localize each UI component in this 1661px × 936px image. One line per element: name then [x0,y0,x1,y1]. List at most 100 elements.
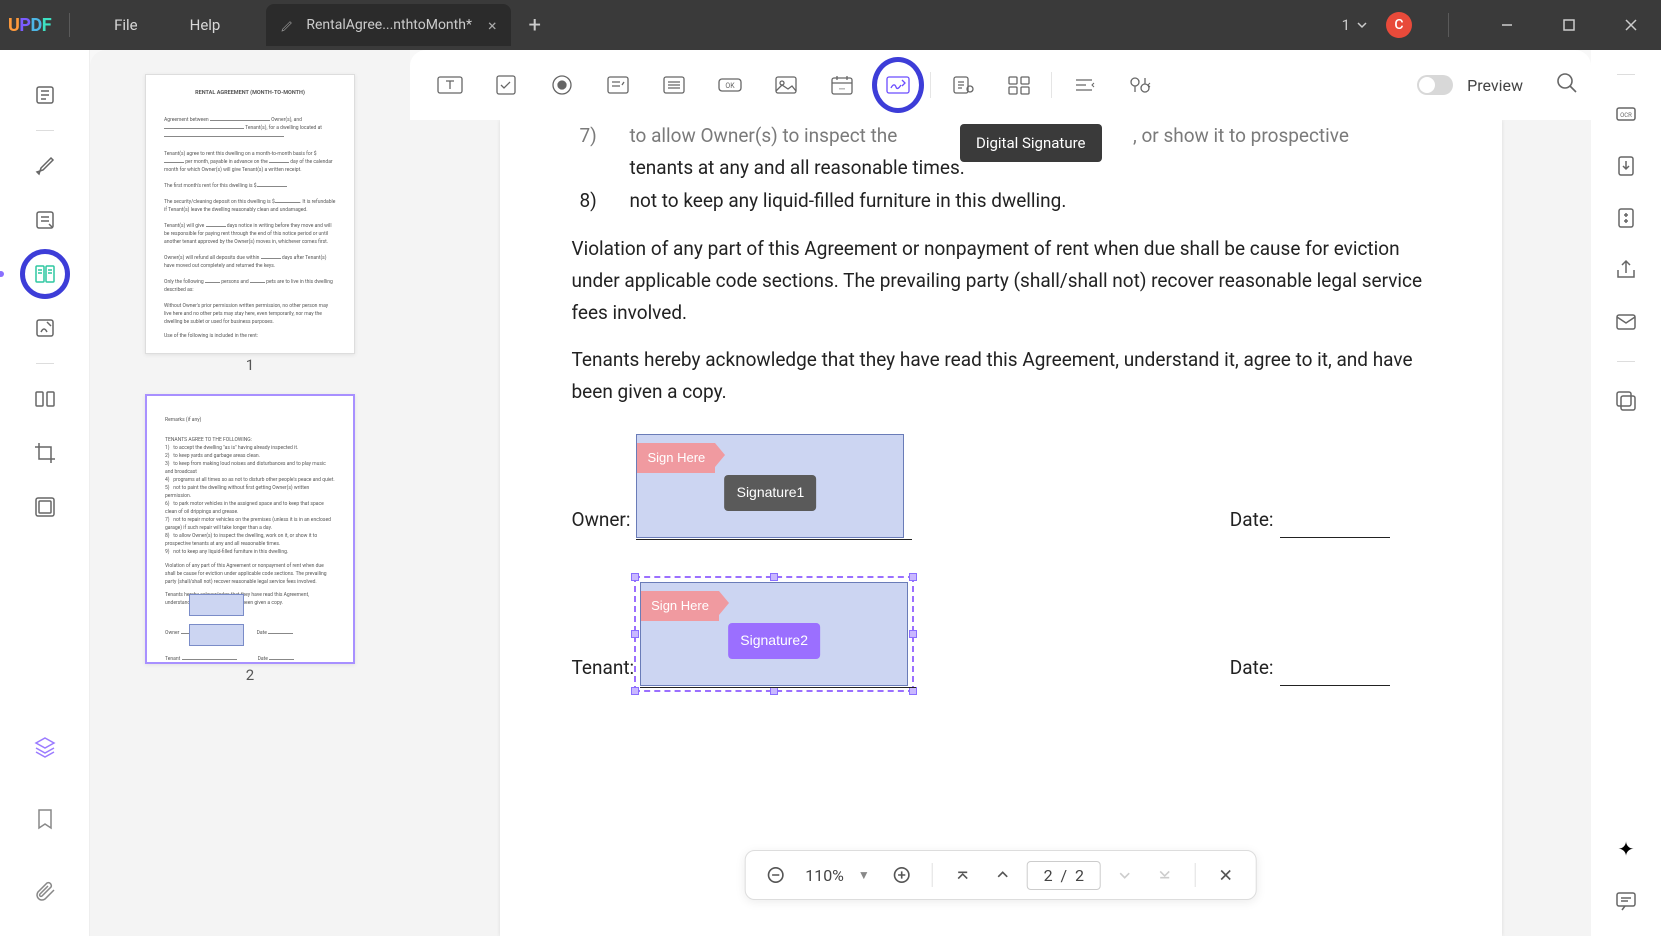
app-logo: UPDF [8,15,51,36]
form-tool-button[interactable] [26,255,64,293]
divider [1617,361,1635,362]
zoom-value: 110% [805,866,844,885]
convert-button[interactable] [1611,151,1641,181]
signature-field-tenant[interactable]: Sign Here Signature2 [640,582,908,686]
tab-title: RentalAgree...nthtoMonth* [306,17,472,33]
doc-text: tenants at any and all reasonable times. [630,156,965,179]
menu-help[interactable]: Help [190,16,221,34]
selection-handle[interactable] [770,573,778,581]
checkbox-tool[interactable] [478,65,534,105]
selection-handle[interactable] [909,630,917,638]
zoom-dropdown-caret[interactable]: ▼ [858,868,870,882]
document-tab[interactable]: RentalAgree...nthtoMonth* × [266,4,510,46]
sign-here-tag: Sign Here [641,591,719,621]
page-number-input[interactable] [1027,861,1101,890]
attachments-button[interactable] [26,872,64,910]
form-toolbar: OK ••• Preview [410,50,1591,120]
alignment-tool[interactable] [1056,65,1112,105]
right-rail: OCR ✦ [1591,50,1661,936]
email-button[interactable] [1611,307,1641,337]
selection-handle[interactable] [631,687,639,695]
prev-page-button[interactable] [987,859,1019,891]
button-tool[interactable]: OK [702,65,758,105]
redact-tool-button[interactable] [26,488,64,526]
thumbnail-page-number: 1 [145,356,355,374]
selection-handle[interactable] [770,687,778,695]
bookmarks-button[interactable] [26,800,64,838]
comment-tool-button[interactable] [26,147,64,185]
date-field-line [1280,667,1390,686]
search-button[interactable] [1555,71,1579,99]
selection-handle[interactable] [631,573,639,581]
document-canvas[interactable]: 7) to allow Owner(s) to inspect the , or… [410,120,1591,936]
tenant-label: Tenant: [572,652,635,686]
divider [36,363,54,364]
selection-handle[interactable] [631,630,639,638]
reader-mode-button[interactable] [26,76,64,114]
list-box-tool[interactable] [646,65,702,105]
divider [1051,72,1052,98]
digital-signature-tooltip: Digital Signature [960,124,1102,162]
next-page-button[interactable] [1109,859,1141,891]
tab-close-button[interactable]: × [488,16,497,35]
comments-panel-button[interactable] [1611,886,1641,916]
svg-text:•••: ••• [839,86,845,93]
dropdown-tool[interactable] [590,65,646,105]
left-rail [0,50,90,936]
pencil-icon [280,17,296,33]
crop-tool-button[interactable] [26,434,64,472]
first-page-button[interactable] [947,859,979,891]
preview-toggle[interactable] [1417,75,1453,95]
organize-pages-button[interactable] [26,380,64,418]
menu-file[interactable]: File [114,16,138,34]
share-button[interactable] [1611,255,1641,285]
svg-text:OCR: OCR [1620,112,1632,119]
active-indicator [0,271,4,277]
zoom-out-button[interactable] [759,859,791,891]
user-avatar[interactable]: C [1386,12,1412,38]
date-label: Date: [1230,652,1274,686]
window-close-button[interactable] [1609,10,1653,40]
svg-text:OK: OK [725,82,735,90]
page-thumbnail-1[interactable]: RENTAL AGREEMENT (MONTH-TO-MONTH) Agreem… [145,74,355,354]
divider [1617,74,1635,75]
window-maximize-button[interactable] [1547,10,1591,40]
image-field-tool[interactable] [758,65,814,105]
divider [1195,863,1196,887]
compress-button[interactable] [1611,203,1641,233]
radio-button-tool[interactable] [534,65,590,105]
document-page[interactable]: 7) to allow Owner(s) to inspect the , or… [500,120,1502,936]
new-tab-button[interactable]: + [529,13,541,38]
signature-field-name: Signature1 [725,475,817,511]
text-field-tool[interactable] [422,65,478,105]
owner-label: Owner: [572,504,631,538]
digital-signature-tool[interactable] [870,65,926,105]
preview-label: Preview [1467,76,1523,95]
show-fields-tool[interactable] [991,65,1047,105]
doc-paragraph: Tenants hereby acknowledge that they hav… [572,344,1430,409]
window-minimize-button[interactable] [1485,10,1529,40]
divider [36,130,54,131]
list-number: 8) [580,185,600,217]
zoom-in-button[interactable] [886,859,918,891]
divider [930,72,931,98]
fill-sign-button[interactable] [26,309,64,347]
date-field-tool[interactable]: ••• [814,65,870,105]
edit-tool-button[interactable] [26,201,64,239]
sign-here-tag: Sign Here [637,443,715,473]
last-page-button[interactable] [1149,859,1181,891]
divider [932,863,933,887]
thumbnails-panel: RENTAL AGREEMENT (MONTH-TO-MONTH) Agreem… [90,50,410,936]
close-nav-button[interactable] [1210,859,1242,891]
signature-field-owner[interactable]: Sign Here Signature1 [636,434,904,538]
page-indicator[interactable]: 1 [1342,16,1368,34]
page-thumbnail-2[interactable]: Remarks (if any) TENANTS AGREE TO THE FO… [145,394,355,664]
layers-button[interactable] [26,728,64,766]
batch-button[interactable] [1611,386,1641,416]
properties-tool[interactable] [1112,65,1168,105]
ai-assistant-button[interactable]: ✦ [1611,834,1641,864]
form-recognition-tool[interactable] [935,65,991,105]
selection-handle[interactable] [909,687,917,695]
ocr-button[interactable]: OCR [1611,99,1641,129]
selection-handle[interactable] [909,573,917,581]
